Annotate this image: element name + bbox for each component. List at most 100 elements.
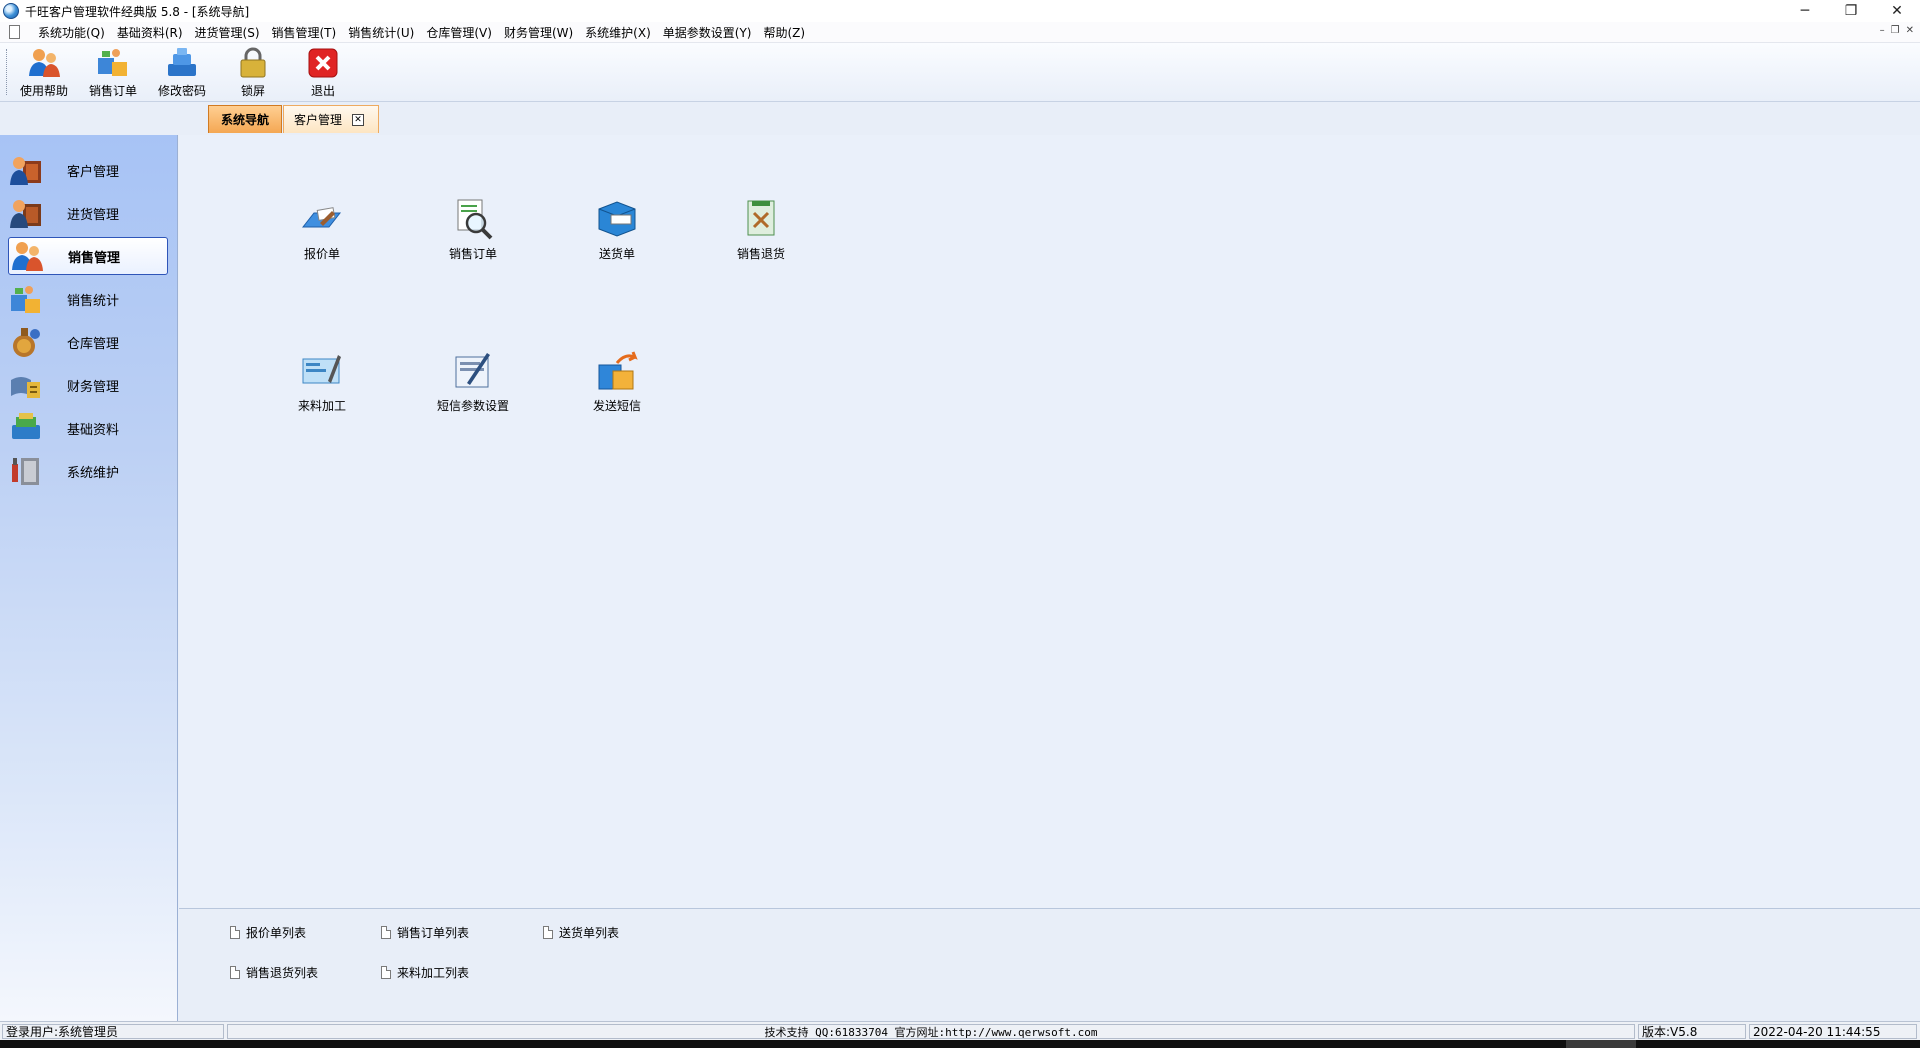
link-label: 报价单列表 [246, 926, 307, 940]
change-password-button-label: 修改密码 [157, 84, 206, 98]
link-label: 销售订单列表 [397, 926, 470, 940]
status-bar: 登录用户:系统管理员 技术支持 QQ:61833704 官方网址:http://… [0, 1021, 1920, 1040]
document-icon [381, 926, 391, 939]
link-delivery-note-list[interactable]: 送货单列表 [543, 924, 619, 941]
exit-icon [308, 48, 338, 78]
menu-warehouse[interactable]: 仓库管理(V) [420, 24, 498, 41]
taskbar-highlight [1566, 1040, 1636, 1048]
document-icon [230, 926, 240, 939]
window-controls: ─ ❐ ✕ [1782, 0, 1920, 22]
menu-help[interactable]: 帮助(Z) [757, 24, 811, 41]
link-label: 销售退货列表 [246, 966, 319, 980]
window-title: 千旺客户管理软件经典版 5.8 - [系统导航] [25, 4, 250, 19]
sidebar-item-warehouse[interactable]: 仓库管理 [8, 323, 168, 361]
delivery-note-icon [598, 201, 636, 237]
tab-system-navigation[interactable]: 系统导航 [208, 105, 282, 133]
menu-system-functions[interactable]: 系统功能(Q) [32, 24, 111, 41]
menu-system-maintenance[interactable]: 系统维护(X) [579, 24, 657, 41]
document-icon [543, 926, 553, 939]
change-password-button[interactable]: 修改密码 [149, 46, 215, 100]
mdi-controls: – ❐ ✕ [1880, 25, 1914, 36]
lock-icon [240, 47, 266, 78]
sidebar-item-purchase[interactable]: 进货管理 [8, 194, 168, 232]
document-icon [381, 966, 391, 979]
nav-sales-return-label: 销售退货 [736, 247, 785, 261]
nav-quotation[interactable]: 报价单 [262, 197, 382, 262]
menu-doc-params[interactable]: 单据参数设置(Y) [657, 24, 758, 41]
nav-send-sms[interactable]: 发送短信 [557, 349, 677, 414]
nav-sales-order-label: 销售订单 [448, 247, 497, 261]
nav-delivery-note[interactable]: 送货单 [557, 197, 677, 262]
sales-order-search-icon [457, 199, 493, 240]
menu-sales[interactable]: 销售管理(T) [266, 24, 343, 41]
link-quotation-list[interactable]: 报价单列表 [230, 924, 306, 941]
sales-order-button[interactable]: 销售订单 [80, 46, 146, 100]
status-version: 版本:V5.8 [1638, 1024, 1746, 1039]
tab-system-navigation-label: 系统导航 [220, 113, 269, 127]
status-datetime: 2022-04-20 11:44:55 [1749, 1024, 1917, 1039]
sales-stats-icon [11, 286, 40, 313]
taskbar-strip [0, 1040, 1920, 1048]
toolbar-grip[interactable] [6, 49, 9, 95]
help-button-label: 使用帮助 [19, 84, 68, 98]
nav-processing[interactable]: 来料加工 [262, 349, 382, 414]
sidebar-item-label: 财务管理 [67, 379, 120, 395]
warehouse-icon [13, 328, 40, 357]
sidebar-item-label: 客户管理 [67, 164, 120, 180]
help-user-icon [29, 49, 60, 77]
sidebar: 客户管理 进货管理 销售管理 销售统计 仓库管理 财务管理 基础资料 系统维护 [0, 135, 178, 1021]
nav-processing-label: 来料加工 [297, 399, 346, 413]
sidebar-item-basic-data[interactable]: 基础资料 [8, 409, 168, 447]
document-icon [230, 966, 240, 979]
sales-icon [12, 242, 43, 271]
tab-close-icon[interactable]: ✕ [352, 113, 365, 126]
link-sales-order-list[interactable]: 销售订单列表 [381, 924, 469, 941]
tab-customer-management[interactable]: 客户管理 ✕ [283, 105, 379, 133]
nav-sales-order[interactable]: 销售订单 [413, 197, 533, 262]
menu-finance[interactable]: 财务管理(W) [498, 24, 579, 41]
list-links-panel: 报价单列表 销售订单列表 送货单列表 销售退货列表 来料加工列表 [179, 908, 1920, 1021]
menu-sales-stats[interactable]: 销售统计(U) [342, 24, 420, 41]
menu-basic-data[interactable]: 基础资料(R) [111, 24, 189, 41]
sms-settings-icon [455, 353, 490, 388]
link-processing-list[interactable]: 来料加工列表 [381, 964, 469, 981]
sidebar-item-label: 销售统计 [67, 293, 120, 309]
sales-order-button-label: 销售订单 [88, 84, 137, 98]
minimize-button[interactable]: ─ [1782, 0, 1828, 22]
lock-screen-button[interactable]: 锁屏 [220, 46, 286, 100]
processing-icon [302, 355, 341, 384]
link-label: 来料加工列表 [397, 966, 470, 980]
status-user: 登录用户:系统管理员 [2, 1024, 224, 1039]
toolbar: 使用帮助 销售订单 修改密码 锁屏 退出 [0, 43, 1920, 102]
restore-button[interactable]: ❐ [1828, 0, 1874, 22]
send-sms-icon [598, 351, 638, 390]
help-button[interactable]: 使用帮助 [11, 46, 77, 100]
sidebar-item-sales-stats[interactable]: 销售统计 [8, 280, 168, 318]
nav-quotation-label: 报价单 [303, 247, 340, 261]
sidebar-item-customer[interactable]: 客户管理 [8, 151, 168, 189]
status-support: 技术支持 QQ:61833704 官方网址:http://www.qerwsof… [227, 1024, 1635, 1039]
system-maintenance-icon [12, 458, 39, 485]
exit-button[interactable]: 退出 [290, 46, 356, 100]
change-password-icon [168, 48, 196, 76]
document-icon[interactable] [9, 25, 20, 39]
nav-sales-return[interactable]: 销售退货 [701, 197, 821, 262]
menu-purchase[interactable]: 进货管理(S) [189, 24, 266, 41]
close-button[interactable]: ✕ [1874, 0, 1920, 22]
sidebar-item-system-maintenance[interactable]: 系统维护 [8, 452, 168, 490]
sales-return-icon [747, 200, 775, 236]
lock-screen-button-label: 锁屏 [240, 84, 265, 98]
sidebar-item-finance[interactable]: 财务管理 [8, 366, 168, 404]
nav-sms-settings[interactable]: 短信参数设置 [413, 349, 533, 414]
mdi-minimize-button[interactable]: – [1880, 25, 1885, 36]
finance-icon [11, 377, 40, 398]
basic-data-icon [12, 413, 40, 439]
mdi-close-button[interactable]: ✕ [1906, 25, 1914, 36]
app-logo-icon [3, 3, 19, 19]
customer-icon [10, 157, 41, 185]
sidebar-item-label: 销售管理 [68, 250, 121, 266]
link-sales-return-list[interactable]: 销售退货列表 [230, 964, 318, 981]
sidebar-item-sales[interactable]: 销售管理 [8, 237, 168, 275]
mdi-restore-button[interactable]: ❐ [1891, 25, 1900, 36]
exit-button-label: 退出 [310, 84, 335, 98]
